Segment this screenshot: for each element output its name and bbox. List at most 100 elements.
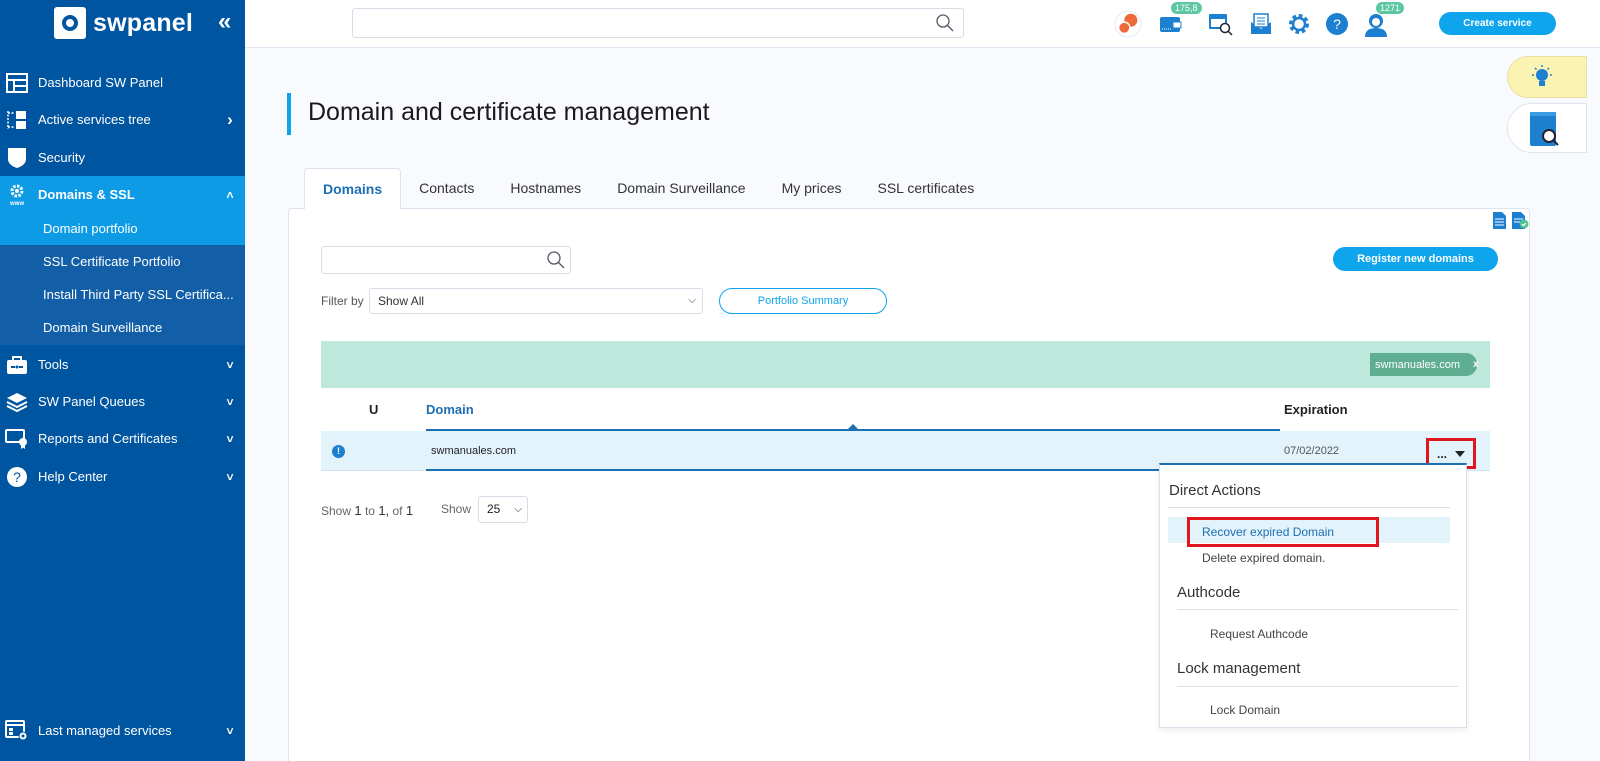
sidebar-item-active-services-tree[interactable]: Active services tree ›	[0, 101, 245, 138]
mail-document-icon[interactable]	[1247, 10, 1275, 38]
sidebar-item-security[interactable]: Security	[0, 139, 245, 176]
certificate-icon	[0, 428, 38, 450]
documentation-button[interactable]	[1507, 103, 1587, 153]
sidebar-item-label: Last managed services	[38, 723, 172, 738]
swpanel-logo[interactable]: swpanel	[54, 7, 193, 39]
shield-icon	[0, 147, 38, 169]
sidebar-item-tools[interactable]: Tools ˅	[0, 346, 245, 383]
chevron-down-icon: ˅	[226, 394, 234, 409]
sidebar-item-dashboard[interactable]: Dashboard SW Panel	[0, 64, 245, 101]
domains-ssl-submenu: Domain portfolio SSL Certificate Portfol…	[0, 212, 245, 345]
tab-hostnames[interactable]: Hostnames	[492, 168, 599, 209]
lightbulb-icon	[1530, 65, 1554, 96]
browser-search-icon[interactable]	[1207, 10, 1235, 38]
page-title: Domain and certificate management	[308, 98, 710, 126]
logo-icon	[54, 7, 86, 39]
topbar: 175,8 ? 1271 Create service	[245, 0, 1600, 48]
column-header-u[interactable]: U	[369, 402, 378, 417]
portfolio-summary-button[interactable]: Portfolio Summary	[719, 288, 887, 314]
register-new-domains-button[interactable]: Register new domains	[1333, 247, 1498, 271]
support-count-badge: 1271	[1376, 2, 1405, 14]
page-size-select[interactable]: 25 ⌵	[478, 496, 528, 523]
settings-gear-icon[interactable]	[1285, 10, 1313, 38]
sidebar-item-help-center[interactable]: ? Help Center ˅	[0, 458, 245, 495]
column-header-expiration[interactable]: Expiration	[1284, 402, 1348, 417]
chevron-down-icon: ⌵	[688, 295, 696, 306]
tab-domain-surveillance[interactable]: Domain Surveillance	[599, 168, 763, 209]
close-icon[interactable]: x	[1473, 359, 1479, 370]
chevron-right-icon: ›	[227, 109, 233, 129]
sidebar-item-last-managed-services[interactable]: Last managed services ˅	[0, 712, 245, 749]
filter-chip: swmanuales.com x	[1370, 353, 1479, 376]
sidebar-item-label: Help Center	[38, 469, 108, 484]
collapse-sidebar-icon[interactable]: «	[218, 8, 231, 36]
help-icon: ?	[0, 466, 38, 488]
svg-text:?: ?	[13, 469, 21, 485]
chevron-down-icon: ˅	[226, 469, 234, 484]
layers-icon	[0, 392, 38, 412]
sidebar-subitem-install-third-party-ssl[interactable]: Install Third Party SSL Certifica...	[43, 278, 234, 311]
menu-divider	[1177, 686, 1458, 687]
title-accent-bar	[287, 93, 291, 135]
tips-button[interactable]	[1507, 56, 1587, 98]
sidebar-subitem-domain-surveillance[interactable]: Domain Surveillance	[43, 311, 162, 344]
wallet-icon[interactable]: 175,8	[1157, 2, 1202, 38]
sidebar-item-label: Tools	[38, 357, 69, 372]
column-header-domain[interactable]: Domain	[426, 402, 474, 417]
tab-my-prices[interactable]: My prices	[764, 168, 860, 209]
sidebar-item-reports-certificates[interactable]: Reports and Certificates ˅	[0, 420, 245, 457]
menu-item-request-authcode[interactable]: Request Authcode	[1210, 627, 1308, 641]
menu-divider	[1177, 609, 1458, 610]
svg-text:www: www	[8, 201, 23, 207]
sidebar-subitem-domain-portfolio[interactable]: Domain portfolio	[0, 212, 245, 245]
domain-search-input[interactable]	[321, 246, 571, 274]
expiration-cell: 07/02/2022	[1284, 445, 1340, 457]
more-icon: ...	[1436, 446, 1447, 461]
gear-www-icon: www	[0, 183, 38, 207]
menu-section-lock-management: Lock management	[1177, 660, 1301, 677]
tab-bar: Domains Contacts Hostnames Domain Survei…	[304, 168, 992, 209]
menu-divider	[1168, 507, 1450, 508]
create-service-button[interactable]: Create service	[1439, 12, 1556, 35]
wallet-balance-badge: 175,8	[1171, 2, 1202, 14]
search-icon[interactable]	[546, 250, 566, 275]
toolbox-icon	[0, 355, 38, 375]
tab-domains[interactable]: Domains	[304, 168, 402, 209]
chevron-down-icon: ˅	[226, 431, 234, 446]
filter-select[interactable]: Show All ⌵	[369, 288, 703, 314]
menu-section-authcode: Authcode	[1177, 584, 1241, 601]
sidebar-item-label: Security	[38, 150, 85, 165]
menu-item-lock-domain[interactable]: Lock Domain	[1210, 703, 1280, 717]
help-question-icon[interactable]: ?	[1323, 10, 1351, 38]
chevron-down-icon: ⌵	[514, 504, 522, 515]
domain-cell[interactable]: swmanuales.com	[431, 445, 516, 457]
filter-chip-label: swmanuales.com	[1375, 358, 1460, 371]
chevron-up-icon: ˄	[226, 187, 234, 202]
document-export-icon[interactable]	[1493, 212, 1506, 234]
book-search-icon	[1528, 111, 1560, 152]
window-gear-icon	[0, 719, 38, 742]
chevron-down-icon: ˅	[226, 357, 234, 372]
avatar-icon[interactable]	[1114, 10, 1142, 38]
menu-section-direct-actions: Direct Actions	[1169, 482, 1261, 499]
svg-text:?: ?	[1333, 16, 1341, 32]
sidebar-subitem-ssl-certificate-portfolio[interactable]: SSL Certificate Portfolio	[43, 245, 181, 278]
support-agent-icon[interactable]: 1271	[1362, 2, 1405, 38]
sidebar-item-domains-ssl[interactable]: www Domains & SSL ˄	[0, 176, 245, 213]
dashboard-icon	[0, 72, 38, 93]
sort-ascending-icon	[848, 424, 858, 429]
tab-ssl-certificates[interactable]: SSL certificates	[860, 168, 993, 209]
sidebar-item-label: Domains & SSL	[38, 187, 135, 202]
sidebar-item-sw-panel-queues[interactable]: SW Panel Queues ˅	[0, 383, 245, 420]
tab-contacts[interactable]: Contacts	[401, 168, 492, 209]
document-verified-icon[interactable]	[1512, 212, 1529, 234]
tree-icon	[0, 109, 38, 131]
filter-by-label: Filter by	[321, 294, 364, 308]
active-filters-bar	[321, 341, 1490, 388]
global-search-input[interactable]	[352, 8, 964, 38]
alert-icon: !	[332, 445, 345, 458]
menu-item-delete-expired-domain[interactable]: Delete expired domain.	[1202, 551, 1325, 565]
highlight-annotation	[1187, 517, 1379, 547]
export-icons	[1493, 212, 1529, 234]
search-icon[interactable]	[935, 13, 955, 38]
